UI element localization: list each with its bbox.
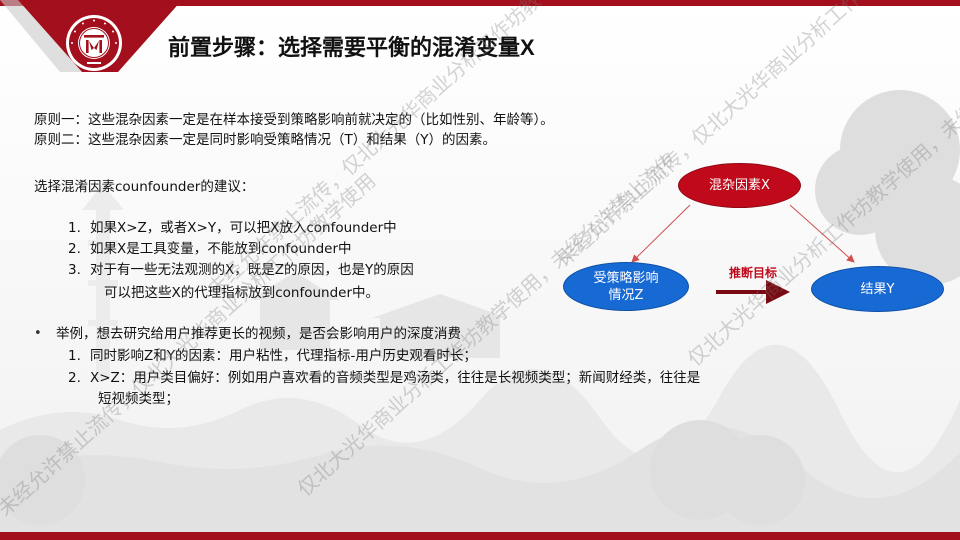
page-title-x: X xyxy=(520,35,535,60)
suggestion-num-3: 3. xyxy=(68,262,81,278)
suggestion-text-2: 如果X是工具变量，不能放到confounder中 xyxy=(90,241,352,257)
confounder-node-label: 混杂因素X xyxy=(709,178,770,193)
example-continuation: 短视频类型； xyxy=(98,391,179,407)
suggestion-heading: 选择混淆因素counfounder的建议： xyxy=(34,179,255,195)
treatment-node-label-line1: 受策略影响 xyxy=(593,270,659,286)
principle-two: 原则二：这些混杂因素一定是同时影响受策略情况（T）和结果（Y）的因素。 xyxy=(34,132,496,148)
suggestion-text-3: 对于有一些无法观测的X，既是Z的原因，也是Y的原因 xyxy=(90,262,414,278)
confounder-node: 混杂因素X xyxy=(678,163,801,208)
suggestion-num-1: 1. xyxy=(68,220,81,236)
outcome-node-label: 结果Y xyxy=(860,281,895,297)
suggestion-num-2: 2. xyxy=(68,241,81,257)
university-seal-logo xyxy=(66,15,122,71)
example-bullet: • xyxy=(34,326,42,341)
suggestion-continuation: 可以把这些X的代理指标放到confounder中。 xyxy=(104,285,380,301)
treatment-node: 受策略影响 情况Z xyxy=(563,262,689,311)
page-title-text: 前置步骤：选择需要平衡的混淆变量 xyxy=(168,35,521,61)
bottom-accent-bar xyxy=(0,532,960,540)
example-num-2: 2. xyxy=(68,370,81,386)
page-title: 前置步骤：选择需要平衡的混淆变量X xyxy=(168,30,535,62)
treatment-node-label-line2: 情况Z xyxy=(608,287,644,303)
principle-one: 原则一：这些混杂因素一定是在样本接受到策略影响前就决定的（比如性别、年龄等）。 xyxy=(34,112,554,128)
suggestion-text-1: 如果X>Z，或者X>Y，可以把X放入confounder中 xyxy=(90,220,397,236)
treatment-node-label: 受策略影响 情况Z xyxy=(593,270,658,304)
outcome-node: 结果Y xyxy=(811,266,944,312)
example-num-1: 1. xyxy=(68,348,81,364)
example-text-1: 同时影响Z和Y的因素：用户粘性，代理指标-用户历史观看时长； xyxy=(90,348,477,364)
slide: 前置步骤：选择需要平衡的混淆变量X 原则一：这些混杂因素一定是在样本接受到策略影… xyxy=(0,0,960,540)
inference-target-label: 推断目标 xyxy=(728,266,777,280)
example-text-2: X>Z：用户类目偏好：例如用户喜欢看的音频类型是鸡汤类，往往是长视频类型；新闻财… xyxy=(90,370,701,386)
example-heading: 举例，想去研究给用户推荐更长的视频，是否会影响用户的深度消费 xyxy=(56,326,461,342)
